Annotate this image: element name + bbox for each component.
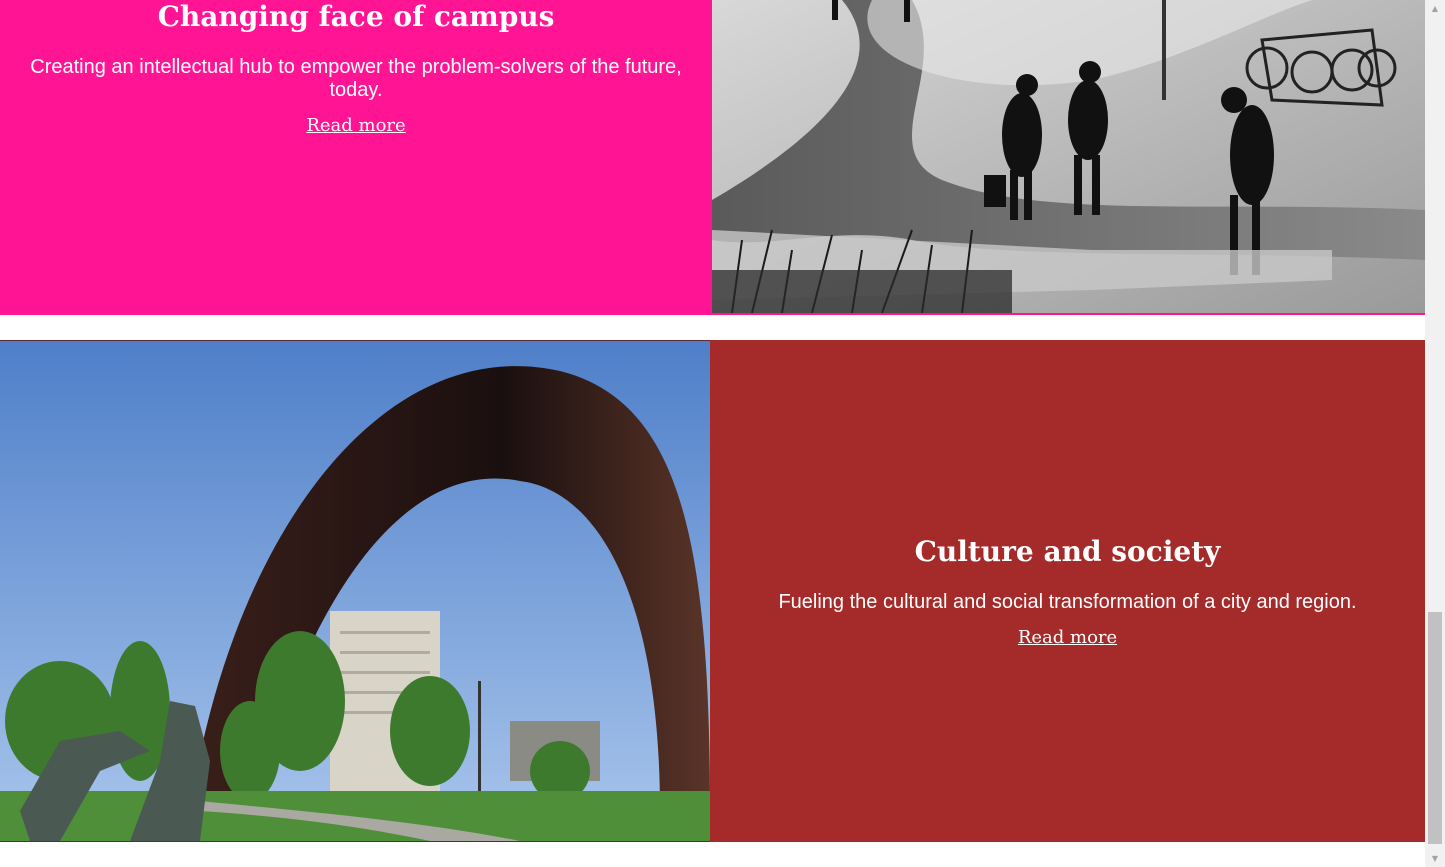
section-description: Creating an intellectual hub to empower … bbox=[30, 56, 682, 101]
feature-row-campus: Changing face of campus Creating an inte… bbox=[0, 0, 1425, 315]
arch-sculpture-photo bbox=[0, 340, 710, 842]
scrollbar-thumb[interactable] bbox=[1428, 612, 1442, 844]
read-more-link[interactable]: Read more bbox=[306, 115, 405, 136]
section-title: Changing face of campus bbox=[157, 0, 555, 33]
campus-text-panel: Changing face of campus Creating an inte… bbox=[0, 0, 712, 315]
culture-text-panel: Culture and society Fueling the cultural… bbox=[710, 340, 1425, 842]
read-more-link[interactable]: Read more bbox=[1018, 627, 1117, 648]
vertical-scrollbar[interactable]: ▲ ▼ bbox=[1425, 0, 1445, 867]
feature-row-culture: Culture and society Fueling the cultural… bbox=[0, 340, 1425, 842]
page: Changing face of campus Creating an inte… bbox=[0, 0, 1445, 867]
scroll-down-arrow-icon[interactable]: ▼ bbox=[1425, 850, 1445, 867]
scroll-up-arrow-icon[interactable]: ▲ bbox=[1425, 0, 1445, 17]
campus-walkway-winter-photo bbox=[712, 0, 1425, 315]
section-description: Fueling the cultural and social transfor… bbox=[778, 590, 1357, 613]
section-title: Culture and society bbox=[914, 534, 1221, 568]
